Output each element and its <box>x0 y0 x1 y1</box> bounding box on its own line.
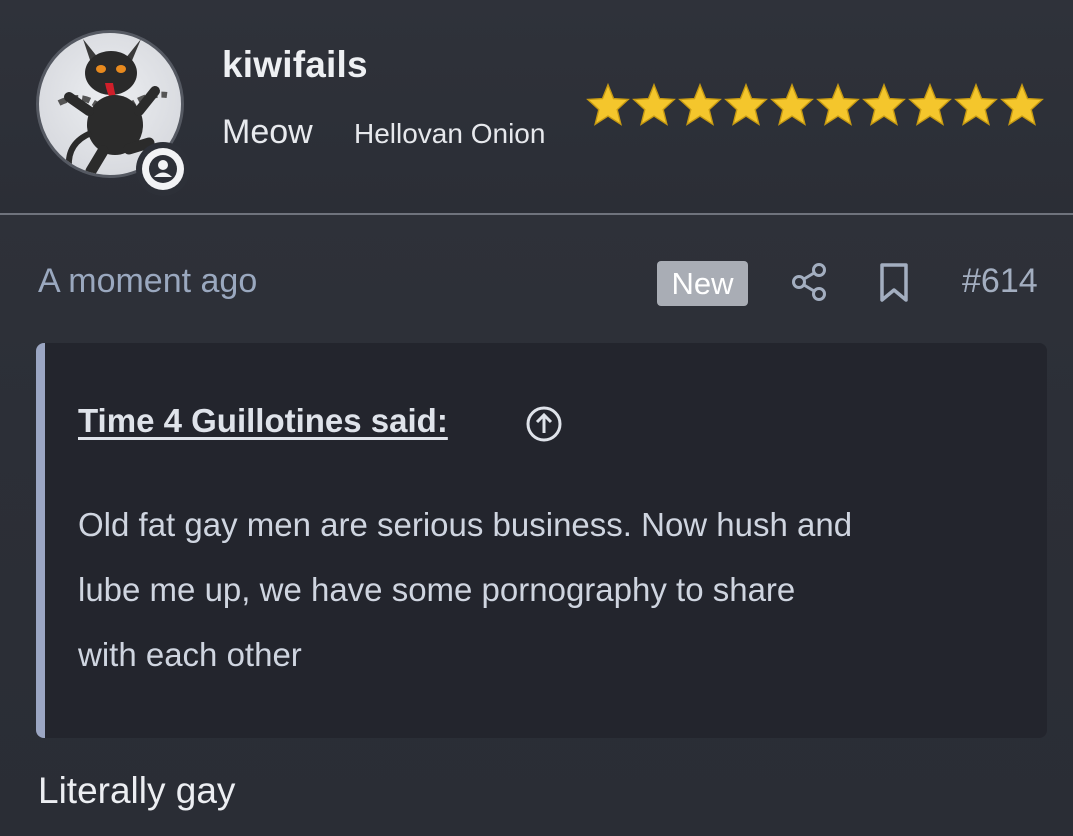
user-header: kiwifails Meow Hellovan Onion <box>0 0 1073 214</box>
post-number-link[interactable]: #614 <box>962 262 1038 301</box>
user-title: Meow <box>222 113 313 151</box>
bookmark-icon <box>880 263 908 302</box>
bookmark-button[interactable] <box>876 262 912 304</box>
star-icon <box>770 82 814 126</box>
share-icon <box>792 263 826 301</box>
quote-jump-button[interactable] <box>525 405 563 443</box>
user-banner: Hellovan Onion <box>354 118 546 149</box>
avatar-container[interactable] <box>36 30 190 196</box>
star-icon <box>632 82 676 126</box>
new-badge: New <box>657 261 748 306</box>
star-icon <box>954 82 998 126</box>
divider <box>0 213 1073 215</box>
star-icon <box>816 82 860 126</box>
quote-line: with each other <box>78 636 302 673</box>
user-icon <box>149 155 177 183</box>
status-badge <box>136 142 190 196</box>
post-timestamp[interactable]: A moment ago <box>38 262 257 301</box>
star-icon <box>1000 82 1044 126</box>
star-icon <box>724 82 768 126</box>
star-icon <box>678 82 722 126</box>
rating-stars <box>585 80 1045 136</box>
quote-text: Old fat gay men are serious business. No… <box>78 492 978 687</box>
arrow-up-circle-icon <box>526 406 562 442</box>
star-icon <box>586 82 630 126</box>
share-button[interactable] <box>790 262 830 302</box>
quote-author-link[interactable]: Time 4 Guillotines said: <box>78 402 448 440</box>
quote-line: lube me up, we have some pornography to … <box>78 571 796 608</box>
post-body: Literally gay <box>38 770 236 811</box>
quote-line: Old fat gay men are serious business. No… <box>78 506 853 543</box>
star-icon <box>908 82 952 126</box>
username[interactable]: kiwifails <box>222 44 368 86</box>
star-icon <box>862 82 906 126</box>
